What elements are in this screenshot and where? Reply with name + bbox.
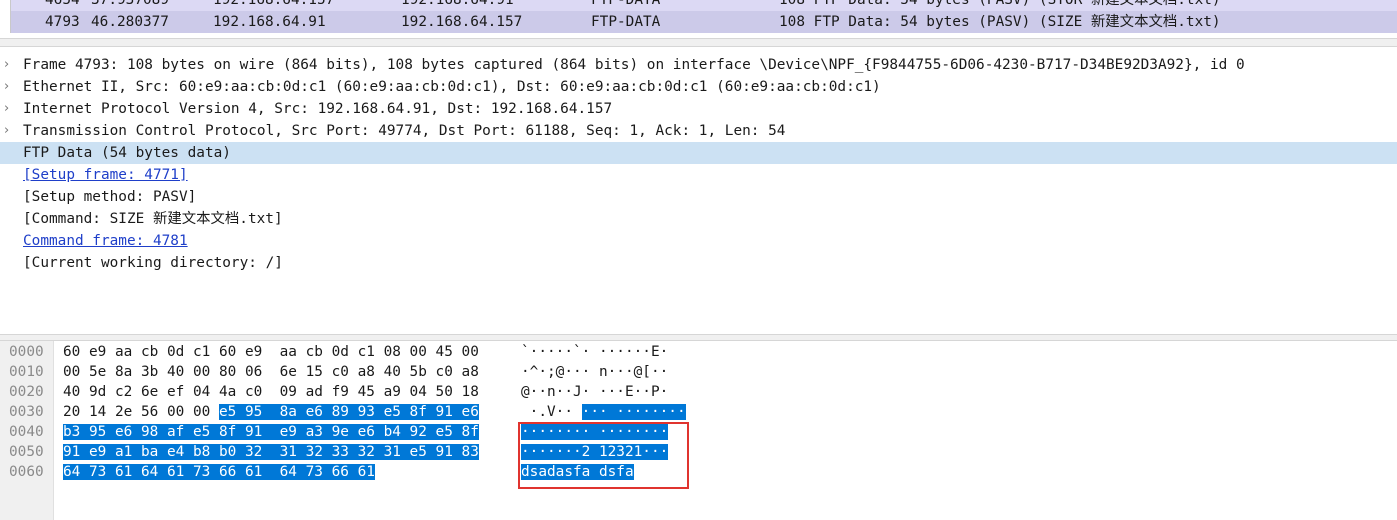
hex-bytes[interactable]: 60 e9 aa cb 0d c1 60 e9 aa cb 0d c1 08 0…	[63, 344, 479, 360]
expand-arrow-icon[interactable]: ›	[4, 54, 16, 76]
byte-offset: 0010	[9, 364, 44, 380]
byte-offset: 0060	[9, 464, 44, 480]
command-frame-link[interactable]: Command frame: 4781	[23, 230, 188, 252]
packet-source: 192.168.64.157	[213, 0, 335, 8]
hex-line[interactable]: 40 9d c2 6e ef 04 4a c0 09 ad f9 45 a9 0…	[63, 381, 479, 403]
hex-bytes[interactable]: 20 14 2e 56 00 00	[63, 404, 219, 420]
byte-offset: 0020	[9, 384, 44, 400]
ascii-bytes[interactable]: ·^·;@··· n···@[··	[521, 364, 668, 380]
hex-bytes-selected[interactable]: 91 e9 a1 ba e4 b8 b0 32 31 32 33 32 31 e…	[63, 444, 479, 460]
tree-item-setup-method[interactable]: [Setup method: PASV]	[0, 186, 1397, 208]
hex-line[interactable]: 91 e9 a1 ba e4 b8 b0 32 31 32 33 32 31 e…	[63, 441, 479, 463]
hex-line[interactable]: b3 95 e6 98 af e5 8f 91 e9 a3 9e e6 b4 9…	[63, 421, 479, 443]
packet-no: 4654	[45, 0, 80, 8]
packet-protocol: FTP-DATA	[591, 0, 661, 8]
hex-bytes-selected[interactable]: b3 95 e6 98 af e5 8f 91 e9 a3 9e e6 b4 9…	[63, 424, 479, 440]
expand-arrow-icon[interactable]: ›	[4, 120, 16, 142]
ascii-line[interactable]: ·^·;@··· n···@[··	[521, 361, 668, 383]
tree-item-label: Ethernet II, Src: 60:e9:aa:cb:0d:c1 (60:…	[23, 79, 881, 95]
packet-time: 46.280377	[91, 14, 169, 30]
packet-list-pane[interactable]: 4654 37.937089 192.168.64.157 192.168.64…	[0, 0, 1397, 38]
packet-time: 37.937089	[91, 0, 169, 8]
tree-item-ipv4[interactable]: › Internet Protocol Version 4, Src: 192.…	[0, 98, 1397, 120]
pane-splitter[interactable]	[0, 334, 1397, 341]
hex-line[interactable]: 64 73 61 64 61 73 66 61 64 73 66 61	[63, 461, 375, 483]
ascii-line[interactable]: ·.V·· ··· ········	[521, 401, 686, 423]
packet-destination: 192.168.64.91	[401, 0, 514, 8]
tree-item-setup-frame[interactable]: [Setup frame: 4771]	[0, 164, 1397, 186]
byte-offset: 0040	[9, 424, 44, 440]
pane-splitter[interactable]	[0, 38, 1397, 47]
tree-item-cwd[interactable]: [Current working directory: /]	[0, 252, 1397, 274]
byte-offset: 0000	[9, 344, 44, 360]
packet-destination: 192.168.64.157	[401, 14, 523, 30]
ascii-line[interactable]: @··n··J· ···E··P·	[521, 381, 668, 403]
hex-line[interactable]: 00 5e 8a 3b 40 00 80 06 6e 15 c0 a8 40 5…	[63, 361, 479, 383]
setup-frame-link[interactable]: [Setup frame: 4771]	[23, 164, 188, 186]
ascii-line[interactable]: `·····`· ······E·	[521, 341, 668, 363]
hex-bytes[interactable]: 40 9d c2 6e ef 04 4a c0 09 ad f9 45 a9 0…	[63, 384, 479, 400]
tree-item-ftp-data[interactable]: FTP Data (54 bytes data)	[0, 142, 1397, 164]
tree-item-tcp[interactable]: › Transmission Control Protocol, Src Por…	[0, 120, 1397, 142]
hex-line[interactable]: 60 e9 aa cb 0d c1 60 e9 aa cb 0d c1 08 0…	[63, 341, 479, 363]
packet-details-pane[interactable]: › Frame 4793: 108 bytes on wire (864 bit…	[0, 54, 1397, 334]
packet-no: 4793	[45, 14, 80, 30]
expand-arrow-icon[interactable]: ›	[4, 98, 16, 120]
packet-info: 108 FTP Data: 54 bytes (PASV) (STOR 新建文本…	[779, 0, 1221, 8]
tree-item-label: [Current working directory: /]	[23, 255, 283, 271]
tree-item-label: FTP Data (54 bytes data)	[23, 145, 231, 161]
tree-item-command-frame[interactable]: Command frame: 4781	[0, 230, 1397, 252]
packet-row-selected[interactable]: 4793 46.280377 192.168.64.91 192.168.64.…	[10, 11, 1397, 33]
packet-protocol: FTP-DATA	[591, 14, 661, 30]
hex-bytes[interactable]: 00 5e 8a 3b 40 00 80 06 6e 15 c0 a8 40 5…	[63, 364, 479, 380]
tree-item-ethernet[interactable]: › Ethernet II, Src: 60:e9:aa:cb:0d:c1 (6…	[0, 76, 1397, 98]
hex-bytes-selected[interactable]: 64 73 61 64 61 73 66 61 64 73 66 61	[63, 464, 375, 480]
ascii-bytes-selected[interactable]: ··· ········	[581, 404, 686, 420]
ascii-bytes[interactable]: `·····`· ······E·	[521, 344, 668, 360]
byte-offset: 0030	[9, 404, 44, 420]
hex-line[interactable]: 20 14 2e 56 00 00 e5 95 8a e6 89 93 e5 8…	[63, 401, 479, 423]
expand-arrow-icon[interactable]: ›	[4, 76, 16, 98]
annotation-highlight-box	[518, 422, 689, 489]
offset-gutter: 0000 0010 0020 0030 0040 0050 0060	[0, 341, 54, 520]
hex-bytes-selected[interactable]: e5 95 8a e6 89 93 e5 8f 91 e6	[218, 404, 479, 420]
tree-item-command[interactable]: [Command: SIZE 新建文本文档.txt]	[0, 208, 1397, 230]
tree-item-label: Transmission Control Protocol, Src Port:…	[23, 123, 786, 139]
tree-item-frame[interactable]: › Frame 4793: 108 bytes on wire (864 bit…	[0, 54, 1397, 76]
packet-row[interactable]: 4654 37.937089 192.168.64.157 192.168.64…	[10, 0, 1397, 11]
ascii-bytes[interactable]: @··n··J· ···E··P·	[521, 384, 668, 400]
tree-item-label: Frame 4793: 108 bytes on wire (864 bits)…	[23, 57, 1245, 73]
tree-item-label: [Command: SIZE 新建文本文档.txt]	[23, 211, 283, 227]
tree-item-label: Internet Protocol Version 4, Src: 192.16…	[23, 101, 613, 117]
packet-info: 108 FTP Data: 54 bytes (PASV) (SIZE 新建文本…	[779, 14, 1221, 30]
byte-offset: 0050	[9, 444, 44, 460]
packet-bytes-pane[interactable]: 0000 0010 0020 0030 0040 0050 0060 60 e9…	[0, 341, 1397, 520]
tree-item-label: [Setup method: PASV]	[23, 189, 197, 205]
packet-source: 192.168.64.91	[213, 14, 326, 30]
ascii-bytes[interactable]: ·.V··	[521, 404, 582, 420]
